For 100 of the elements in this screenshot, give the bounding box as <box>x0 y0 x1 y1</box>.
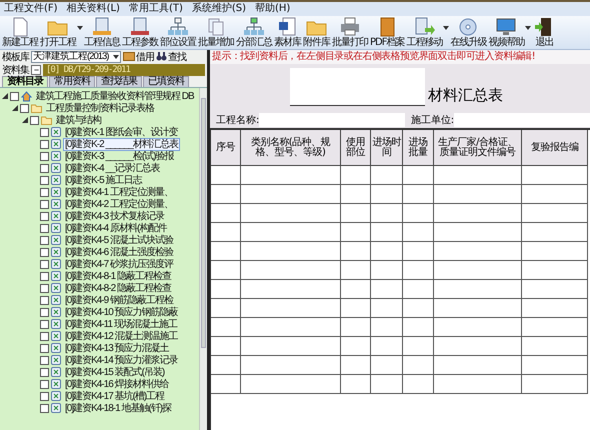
table-cell <box>522 299 588 318</box>
menu-item[interactable]: 常用工具(T) <box>128 3 183 15</box>
tree-item[interactable]: 建筑工程施工质量验收资料管理规程 DB <box>34 90 196 102</box>
table-cell <box>403 299 434 318</box>
tab[interactable]: 常用资料 <box>49 76 95 87</box>
toolbar-button[interactable]: 批量打印 <box>331 16 369 49</box>
table-cell <box>341 375 371 394</box>
checkbox[interactable] <box>40 188 49 196</box>
tree-item[interactable]: [0]建资K4-7 砂浆抗压强度评 <box>63 258 176 270</box>
checkbox[interactable] <box>40 176 49 184</box>
caret-icon[interactable] <box>443 26 450 30</box>
checkbox[interactable] <box>40 224 49 232</box>
tree-item[interactable]: [0]建资K4-9 钢筋隐蔽工程检 <box>63 294 176 306</box>
tree-item[interactable]: [0]建资K-5 施工日志 <box>63 174 144 186</box>
toolbar-button[interactable]: 素材库 <box>273 16 302 49</box>
checkbox[interactable] <box>40 404 49 412</box>
text-field[interactable] <box>454 113 590 127</box>
tree-item[interactable]: [0]建资K-3 ______检(试)验报 <box>63 150 176 162</box>
tree-item[interactable]: [0]建资K-4 __记录汇总表 <box>63 162 162 174</box>
toolbar-button[interactable]: 打开工程 <box>39 16 77 49</box>
toolbar-button[interactable]: 视频帮助 <box>487 16 526 49</box>
checkbox[interactable] <box>40 260 49 268</box>
checkbox[interactable] <box>40 212 49 220</box>
menu-item[interactable]: 帮助(H) <box>255 3 290 15</box>
tab[interactable]: 查找结果 <box>96 76 142 87</box>
spreadsheet-icon <box>51 391 61 401</box>
tab[interactable]: 已填资料 <box>143 76 189 87</box>
checkbox[interactable] <box>40 128 49 136</box>
tree-item[interactable]: [0]建资K4-11 现场混凝土施工 <box>63 318 179 330</box>
template-select[interactable]: 天津建筑工程(2013) <box>31 50 121 62</box>
tree-item[interactable]: 建筑与结构 <box>54 114 103 126</box>
tree-item[interactable]: [0]建资K4-2 工程定位测量、 <box>63 198 176 210</box>
find-button[interactable]: 查找 <box>156 50 186 64</box>
toolbar-button[interactable]: 在线升级 <box>449 16 488 49</box>
tree-item[interactable]: [0]建资K4-3 技术复核记录 <box>63 210 166 222</box>
text-field[interactable] <box>259 113 405 127</box>
checkbox[interactable] <box>40 200 49 208</box>
checkbox[interactable] <box>40 284 49 292</box>
checkbox[interactable] <box>40 380 49 388</box>
tree-item[interactable]: [0]建资K4-1 工程定位测量、 <box>63 186 176 198</box>
scrollbar[interactable] <box>199 88 207 430</box>
tree-item[interactable]: [0]建资K-1 图纸会审、设计变 <box>63 126 180 138</box>
checkbox[interactable] <box>40 272 49 280</box>
table-cell <box>522 204 588 223</box>
tree-item[interactable]: [0]建资K4-13 预应力混凝土 <box>63 342 171 354</box>
toolbar-button[interactable]: 工程信息 <box>83 16 121 49</box>
toolbar-button[interactable]: 附件库 <box>302 16 331 49</box>
menu-item[interactable]: 相关资料(L) <box>66 3 120 15</box>
toolbar-button[interactable]: 新建工程 <box>1 16 39 49</box>
tree-item[interactable]: [0]建资K4-12 混凝土测温施工 <box>63 330 180 342</box>
tree-item[interactable]: [0]建资K4-14 预应力灌浆记录 <box>63 354 180 366</box>
toolbar-button[interactable]: PDF档案 <box>369 16 406 49</box>
checkbox[interactable] <box>40 164 49 172</box>
collapse-toggle[interactable]: − <box>31 64 41 74</box>
tree-item[interactable]: [0]建资K4-16 焊接材料供给 <box>63 378 171 390</box>
checkbox[interactable] <box>20 104 29 112</box>
toolbar-button[interactable]: 工程参数 <box>121 16 159 49</box>
checkbox[interactable] <box>40 356 49 364</box>
menu-item[interactable]: 工程文件(F) <box>4 3 58 15</box>
tree-item[interactable]: [0]建资K4-5 混凝土试块试验 <box>63 234 176 246</box>
tree-item[interactable]: [0]建资K4-10 预应力钢筋隐蔽 <box>63 306 180 318</box>
checkbox[interactable] <box>40 332 49 340</box>
toolbar-button[interactable]: 分部汇总 <box>235 16 273 49</box>
table-cell <box>371 223 403 242</box>
menu-item[interactable]: 系统维护(S) <box>192 3 246 15</box>
toolbar-button[interactable]: 批量增加 <box>197 16 235 49</box>
borrow-button[interactable]: 借用 <box>123 50 154 64</box>
checkbox[interactable] <box>40 320 49 328</box>
spreadsheet-icon <box>51 295 61 305</box>
spreadsheet-icon <box>51 127 61 137</box>
tree-item[interactable]: [0]建资K4-15 装配式(吊装) <box>63 366 166 378</box>
tree-item[interactable]: [0]建资K4-6 混凝土强度检验 <box>63 246 176 258</box>
tab[interactable]: 资料目录 <box>2 76 48 87</box>
collapse-icon[interactable] <box>22 117 28 123</box>
tree-item[interactable]: [0]建资K4-4 原材料(构配件 <box>63 222 168 234</box>
checkbox[interactable] <box>40 392 49 400</box>
toolbar-button[interactable]: 退出 <box>531 16 558 49</box>
tree-item[interactable]: 工程质量控制资料记录表格 <box>44 102 156 114</box>
checkbox[interactable] <box>30 116 39 124</box>
tree-item[interactable]: [0]建资K4-17 基坑(槽)工程 <box>63 390 166 402</box>
toolbar-button[interactable]: 部位设置 <box>159 16 197 49</box>
tree-item[interactable]: [0]建资K4-8-1 隐蔽工程检查 <box>63 270 173 282</box>
collapse-icon[interactable] <box>12 105 18 111</box>
collapse-icon[interactable] <box>2 93 8 99</box>
tree-item[interactable]: [0]建资K4-18-1 地基触(钎)探 <box>63 402 174 414</box>
checkbox[interactable] <box>40 248 49 256</box>
checkbox[interactable] <box>40 296 49 304</box>
tree-item[interactable]: [0]建资K4-8-2 隐蔽工程检查 <box>63 282 173 294</box>
toolbar-button[interactable]: 工程移动 <box>405 16 444 49</box>
checkbox[interactable] <box>40 368 49 376</box>
caret-icon[interactable] <box>77 26 83 30</box>
checkbox[interactable] <box>40 152 49 160</box>
checkbox[interactable] <box>10 92 19 100</box>
caret-icon[interactable] <box>525 26 532 30</box>
title-input[interactable] <box>290 68 425 106</box>
checkbox[interactable] <box>40 140 49 148</box>
checkbox[interactable] <box>40 236 49 244</box>
checkbox[interactable] <box>40 308 49 316</box>
checkbox[interactable] <box>40 344 49 352</box>
tree-item[interactable]: [0]建资K-2 ______材料汇总表 <box>63 138 180 150</box>
